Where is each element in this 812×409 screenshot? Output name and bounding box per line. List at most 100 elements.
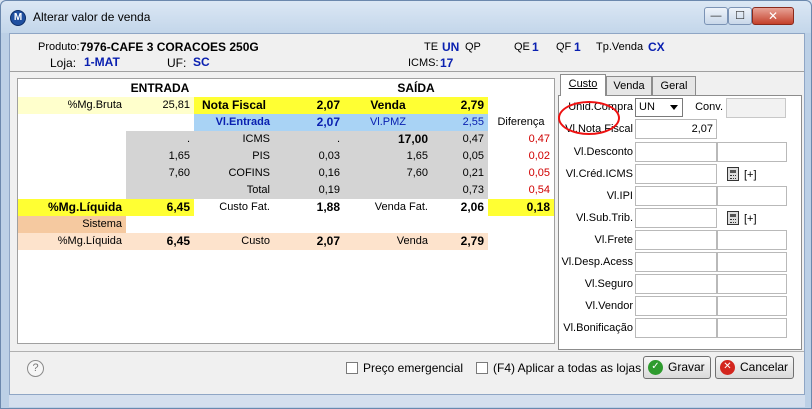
vl-cred-icms-field[interactable] bbox=[635, 164, 717, 184]
vl-seguro-label: Vl.Seguro bbox=[584, 278, 633, 290]
sistema-custo-value: 2,07 bbox=[316, 234, 340, 248]
vl-frete-label: Vl.Frete bbox=[594, 234, 633, 246]
cancel-icon: ✕ bbox=[720, 360, 735, 375]
aplicar-todas-checkbox[interactable] bbox=[476, 362, 488, 374]
vl-bonificacao-label: Vl.Bonificação bbox=[563, 322, 633, 334]
venda-value[interactable]: 2,79 bbox=[432, 97, 488, 114]
cancelar-label: Cancelar bbox=[740, 360, 789, 374]
preco-emergencial-label: Preço emergencial bbox=[363, 361, 464, 375]
icms-diferenca: 0,47 bbox=[528, 133, 550, 145]
total-entrada-value: 0,19 bbox=[318, 184, 340, 196]
qp-label: QP bbox=[465, 41, 481, 53]
close-button[interactable]: ✕ bbox=[752, 7, 794, 25]
custo-fat-label: Custo Fat. bbox=[219, 201, 270, 213]
window-title: Alterar valor de venda bbox=[33, 10, 151, 24]
pis-entrada-value: 0,03 bbox=[318, 150, 340, 162]
gravar-button[interactable]: ✓ Gravar bbox=[643, 356, 711, 379]
produto-label: Produto: bbox=[38, 41, 80, 53]
vl-sub-trib-field[interactable] bbox=[635, 208, 717, 228]
loja-label: Loja: bbox=[50, 56, 77, 70]
vl-desconto-field[interactable] bbox=[635, 142, 717, 162]
icms-row-label: ICMS bbox=[242, 133, 271, 145]
sub-trib-expand[interactable]: [+] bbox=[744, 213, 757, 225]
vl-desconto-pct-field[interactable] bbox=[717, 142, 787, 162]
vl-nota-fiscal-label: Vl.Nota Fiscal bbox=[565, 123, 633, 135]
pis-saida-value: 0,05 bbox=[462, 150, 484, 162]
venda-label: Venda bbox=[344, 97, 432, 114]
venda-fat-diferenca: 0,18 bbox=[488, 199, 554, 216]
vl-ipi-field[interactable] bbox=[635, 186, 717, 206]
icms-saida-base: 17,00 bbox=[397, 132, 428, 146]
cofins-saida-base: 7,60 bbox=[406, 167, 428, 179]
loja-value: 1-MAT bbox=[84, 55, 120, 69]
cofins-row-label: COFINS bbox=[228, 167, 270, 179]
mg-liquida-value[interactable]: 6,45 bbox=[126, 199, 194, 216]
vl-ipi-pct-field[interactable] bbox=[717, 186, 787, 206]
mg-liquida-label: %Mg.Líquida bbox=[18, 199, 126, 216]
tab-venda[interactable]: Venda bbox=[606, 76, 652, 96]
nota-fiscal-value[interactable]: 2,07 bbox=[274, 97, 344, 114]
chevron-down-icon bbox=[670, 105, 678, 110]
produto-value: 7976-CAFE 3 CORACOES 250G bbox=[80, 40, 259, 54]
vl-bonificacao-field[interactable] bbox=[635, 318, 717, 338]
vl-seguro-field[interactable] bbox=[635, 274, 717, 294]
minimize-button[interactable]: — bbox=[704, 7, 728, 25]
total-saida-value: 0,73 bbox=[462, 184, 484, 196]
entrada-header: ENTRADA bbox=[130, 81, 190, 95]
maximize-button[interactable]: ☐ bbox=[728, 7, 752, 25]
preco-emergencial-checkbox[interactable] bbox=[346, 362, 358, 374]
unid-compra-select[interactable]: UN bbox=[635, 98, 683, 117]
vl-ipi-label: Vl.IPI bbox=[606, 190, 633, 202]
vl-desp-acess-pct-field[interactable] bbox=[717, 252, 787, 272]
cofins-diferenca: 0,05 bbox=[528, 167, 550, 179]
cofins-entrada-value: 0,16 bbox=[318, 167, 340, 179]
icms-saida-value: 0,47 bbox=[462, 133, 484, 145]
vl-vendor-field[interactable] bbox=[635, 296, 717, 316]
custo-fat-value: 1,88 bbox=[316, 200, 340, 214]
tab-geral[interactable]: Geral bbox=[652, 76, 696, 96]
mg-bruta-label: %Mg.Bruta bbox=[18, 97, 126, 114]
total-row-label: Total bbox=[246, 184, 270, 196]
window: M Alterar valor de venda — ☐ ✕ Produto: … bbox=[0, 0, 812, 409]
calculator-icon[interactable] bbox=[727, 167, 739, 181]
calculator-icon[interactable] bbox=[727, 211, 739, 225]
mg-bruta-value[interactable]: 25,81 bbox=[126, 97, 194, 114]
vl-entrada-value[interactable]: 2,07 bbox=[274, 114, 344, 131]
icms-entrada-value: . bbox=[336, 133, 340, 145]
vl-bonificacao-pct-field[interactable] bbox=[717, 318, 787, 338]
qf-value: 1 bbox=[574, 40, 581, 54]
diferenca-label: Diferença bbox=[497, 116, 545, 128]
cred-icms-expand[interactable]: [+] bbox=[744, 169, 757, 181]
pricing-grid: ENTRADA SAÍDA %Mg.Bruta 25,81 Nota Fisca… bbox=[17, 78, 555, 344]
vl-nota-fiscal-field[interactable]: 2,07 bbox=[635, 119, 717, 139]
tab-control: Custo Venda Geral Unid.Compra UN Conv. V… bbox=[558, 74, 802, 350]
status-bar bbox=[9, 395, 805, 407]
vl-vendor-pct-field[interactable] bbox=[717, 296, 787, 316]
gravar-label: Gravar bbox=[668, 360, 705, 374]
sistema-venda-label: Venda bbox=[396, 235, 428, 247]
vl-frete-pct-field[interactable] bbox=[717, 230, 787, 250]
aplicar-todas-label: (F4) Aplicar a todas as lojas bbox=[493, 361, 642, 375]
vl-desconto-label: Vl.Desconto bbox=[573, 146, 633, 158]
qf-label: QF bbox=[556, 41, 572, 53]
vl-cred-icms-label: Vl.Créd.ICMS bbox=[565, 168, 633, 180]
cancelar-button[interactable]: ✕ Cancelar bbox=[715, 356, 794, 379]
vl-frete-field[interactable] bbox=[635, 230, 717, 250]
vl-desp-acess-field[interactable] bbox=[635, 252, 717, 272]
uf-value: SC bbox=[193, 55, 210, 69]
tab-custo[interactable]: Custo bbox=[560, 74, 606, 96]
sistema-mg-liquida-label: %Mg.Líquida bbox=[57, 235, 122, 247]
app-icon: M bbox=[10, 10, 26, 26]
vl-seguro-pct-field[interactable] bbox=[717, 274, 787, 294]
tpvenda-value: CX bbox=[648, 40, 665, 54]
pis-saida-base: 1,65 bbox=[406, 150, 428, 162]
footer-divider bbox=[10, 351, 804, 352]
vl-sub-trib-label: Vl.Sub.Trib. bbox=[575, 212, 633, 224]
conv-field bbox=[726, 98, 786, 118]
close-icon: ✕ bbox=[767, 9, 779, 23]
product-info: Produto: 7976-CAFE 3 CORACOES 250G Loja:… bbox=[10, 34, 804, 72]
unid-compra-label: Unid.Compra bbox=[568, 101, 633, 113]
vl-pmz-value[interactable]: 2,55 bbox=[432, 114, 488, 131]
help-icon[interactable]: ? bbox=[27, 360, 44, 377]
dialog-body: Produto: 7976-CAFE 3 CORACOES 250G Loja:… bbox=[9, 33, 805, 395]
